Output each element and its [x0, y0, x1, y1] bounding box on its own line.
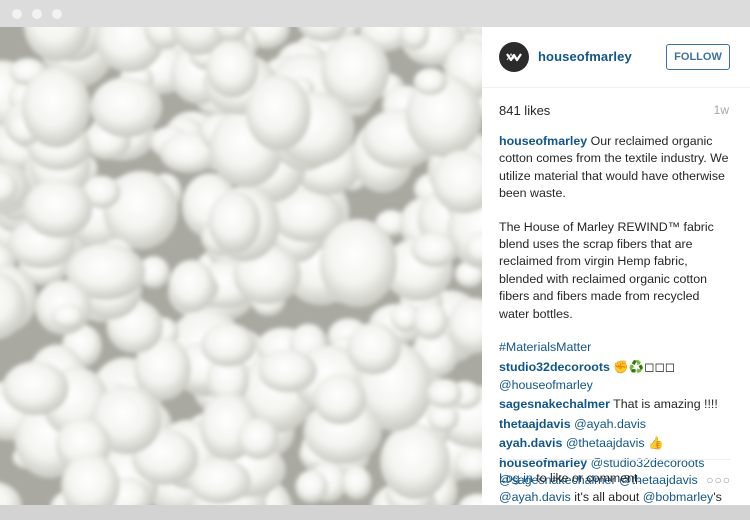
cotton-tuft	[168, 259, 216, 313]
comment-mention[interactable]: @ayah.davis	[499, 490, 571, 504]
cotton-tuft	[237, 418, 279, 460]
cotton-tuft	[413, 68, 448, 96]
post-username[interactable]: houseofmarley	[538, 49, 632, 64]
divider	[499, 459, 731, 460]
follow-button[interactable]: FOLLOW	[666, 44, 730, 70]
post-comments-area: houseofmarley Our reclaimed organic cott…	[499, 133, 731, 509]
cotton-tuft	[319, 218, 398, 308]
comment-username[interactable]: sagesnakechalmer	[499, 397, 610, 411]
cotton-tuft	[412, 301, 449, 340]
cotton-tuft	[188, 458, 251, 504]
cotton-tuft	[313, 374, 367, 425]
comment-mention[interactable]: @ayah.davis	[574, 417, 646, 431]
post-side-panel: houseofmarley FOLLOW 841 likes 1w houseo…	[482, 27, 750, 505]
window-titlebar	[0, 0, 750, 27]
comment-text: it's all about	[570, 490, 643, 505]
cotton-tuft	[245, 74, 311, 151]
login-link[interactable]: Log in	[499, 471, 533, 485]
comment-item: sagesnakechalmer That is amazing !!!!	[499, 396, 731, 413]
comment-item: thetaajdavis @ayah.davis	[499, 416, 731, 433]
cotton-tuft	[50, 303, 85, 329]
likes-count[interactable]: 841 likes	[499, 103, 550, 118]
window-minimize-dot[interactable]	[32, 9, 42, 19]
comment-mention[interactable]: @houseofmarley	[499, 378, 593, 392]
cotton-tuft	[411, 232, 459, 267]
marley-logo-icon	[506, 52, 522, 62]
avatar[interactable]	[499, 42, 529, 72]
cotton-tuft	[380, 423, 451, 500]
comment-text: That is amazing !!!!	[609, 397, 718, 412]
comment-text: ✊♻️◻◻◻	[609, 360, 676, 375]
cotton-tuft	[426, 379, 463, 409]
browser-window: houseofmarley FOLLOW 841 likes 1w houseo…	[0, 0, 750, 520]
post-photo-cotton[interactable]	[0, 27, 482, 505]
cotton-tuft	[90, 77, 163, 138]
comment-mention[interactable]: @studio32decoroots	[591, 456, 705, 470]
cotton-tuft	[206, 40, 259, 98]
thumbs-up-emoji: 👍	[644, 436, 664, 451]
cotton-fiber-image	[0, 27, 482, 505]
cotton-tuft	[342, 466, 372, 500]
post-meta: 841 likes 1w	[499, 103, 729, 119]
login-prompt-text: to like or comment.	[532, 471, 641, 485]
comment-mention[interactable]: @thetaajdavis	[566, 436, 645, 450]
comment-item: ayah.davis @thetaajdavis 👍	[499, 435, 731, 452]
more-options-icon[interactable]: ○○○	[706, 473, 731, 487]
cotton-tuft	[295, 470, 329, 504]
window-close-dot[interactable]	[12, 9, 22, 19]
comment-username[interactable]: studio32decoroots	[499, 360, 610, 374]
post-timestamp[interactable]: 1w	[714, 103, 729, 117]
cotton-tuft	[200, 323, 256, 367]
caption-paragraph-1: houseofmarley Our reclaimed organic cott…	[499, 133, 731, 203]
comment-username[interactable]: houseofmarley	[499, 456, 587, 470]
cotton-tuft	[346, 322, 401, 375]
cotton-tuft	[23, 179, 93, 238]
window-maximize-dot[interactable]	[52, 9, 62, 19]
comment-item: studio32decoroots ✊♻️◻◻◻ @houseofmarley	[499, 359, 731, 394]
cotton-tuft	[2, 361, 69, 416]
post-header: houseofmarley FOLLOW	[482, 27, 750, 88]
cotton-tuft	[21, 67, 91, 148]
post-footer: Log in to like or comment. ○○○	[499, 471, 731, 487]
caption-username[interactable]: houseofmarley	[499, 134, 587, 148]
caption-paragraph-2: The House of Marley REWIND™ fabric blend…	[499, 219, 714, 321]
comment-mention[interactable]: @bobmarley	[643, 490, 713, 504]
window-bottom-edge	[0, 505, 750, 520]
comment-text-tail: 's	[713, 490, 722, 505]
cotton-tuft	[208, 191, 261, 253]
hashtag-link[interactable]: #MaterialsMatter	[499, 340, 591, 354]
comment-username[interactable]: thetaajdavis	[499, 417, 571, 431]
comment-username[interactable]: ayah.davis	[499, 436, 562, 450]
caption-hashtag: #MaterialsMatter	[499, 339, 731, 356]
cotton-tuft	[258, 349, 318, 393]
